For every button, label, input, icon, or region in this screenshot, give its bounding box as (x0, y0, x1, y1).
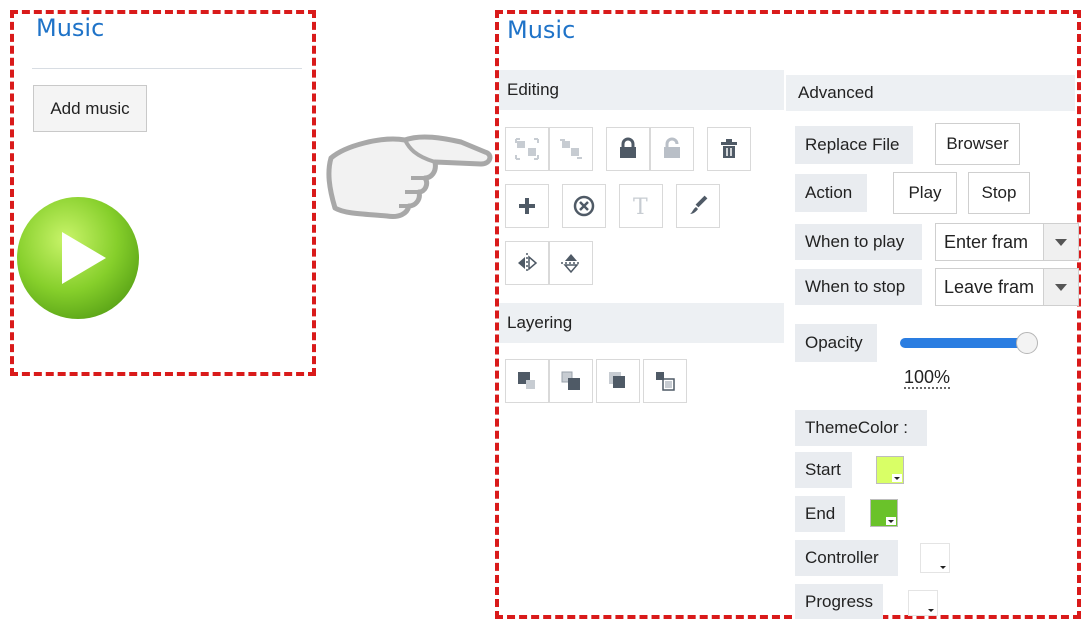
bring-forward-button[interactable] (505, 359, 549, 403)
when-to-stop-label: When to stop (795, 269, 922, 305)
controller-color-swatch[interactable] (920, 543, 950, 573)
start-color-swatch[interactable] (876, 456, 904, 484)
add-music-button[interactable]: Add music (33, 85, 147, 132)
start-label: Start (795, 452, 852, 488)
advanced-section-header: Advanced (786, 75, 1075, 111)
action-tool-button[interactable] (562, 184, 606, 228)
right-panel-title: Music (507, 16, 576, 44)
when-to-stop-select[interactable]: Leave fram (935, 268, 1079, 306)
send-backward-button[interactable] (549, 359, 593, 403)
lock-icon (620, 137, 636, 158)
progress-color-swatch[interactable] (908, 590, 938, 616)
opacity-slider[interactable] (900, 332, 1042, 354)
left-panel-frame (10, 10, 316, 376)
chevron-down-icon (886, 517, 896, 525)
progress-label: Progress (795, 584, 883, 619)
layering-section-header: Layering (499, 303, 784, 343)
chevron-down-icon (926, 606, 936, 614)
group-icon (515, 138, 539, 160)
opacity-slider-handle[interactable] (1016, 332, 1038, 354)
group-tool-button[interactable] (505, 127, 549, 171)
opacity-value[interactable]: 100% (904, 367, 951, 389)
theme-color-label: ThemeColor : (795, 410, 927, 446)
when-to-play-label: When to play (795, 224, 922, 260)
ungroup-icon (560, 139, 582, 159)
unlock-tool-button[interactable] (650, 127, 694, 171)
send-to-back-button[interactable] (643, 359, 687, 403)
end-label: End (795, 496, 845, 532)
editing-section-header: Editing (499, 70, 784, 110)
brush-tool-button[interactable] (676, 184, 720, 228)
lock-tool-button[interactable] (606, 127, 650, 171)
send-to-back-icon (656, 372, 675, 391)
left-panel-divider (32, 68, 302, 69)
svg-text:T: T (633, 195, 648, 218)
controller-label: Controller (795, 540, 898, 576)
chevron-down-icon (892, 474, 902, 482)
brush-icon (690, 195, 708, 214)
target-icon (573, 195, 595, 217)
play-icon[interactable] (16, 196, 140, 320)
end-color-swatch[interactable] (870, 499, 898, 527)
pointing-hand-icon (325, 128, 495, 226)
chevron-down-icon (938, 563, 948, 571)
when-to-play-select[interactable]: Enter fram (935, 223, 1079, 261)
action-label: Action (795, 174, 867, 212)
bring-forward-icon (518, 372, 535, 389)
text-icon: T (633, 195, 648, 218)
send-backward-icon (561, 371, 580, 390)
chevron-down-icon[interactable] (1043, 224, 1078, 260)
when-to-play-value: Enter fram (944, 232, 1029, 252)
chevron-down-icon[interactable] (1043, 269, 1078, 305)
flip-horizontal-icon (518, 253, 538, 273)
add-tool-button[interactable] (505, 184, 549, 228)
flip-vertical-icon (561, 254, 581, 274)
delete-tool-button[interactable] (707, 127, 751, 171)
flip-horizontal-tool-button[interactable] (505, 241, 549, 285)
opacity-label: Opacity (795, 324, 877, 362)
flip-vertical-tool-button[interactable] (549, 241, 593, 285)
opacity-slider-track (900, 338, 1030, 348)
plus-icon (519, 198, 535, 214)
trash-icon (721, 139, 737, 158)
ungroup-tool-button[interactable] (549, 127, 593, 171)
bring-to-front-button[interactable] (596, 359, 640, 403)
bring-to-front-icon (609, 372, 625, 388)
play-button[interactable]: Play (893, 172, 957, 214)
text-tool-button[interactable]: T (619, 184, 663, 228)
unlock-icon (664, 137, 680, 158)
left-panel-title: Music (36, 14, 105, 42)
when-to-stop-value: Leave fram (944, 277, 1035, 297)
browser-button[interactable]: Browser (935, 123, 1020, 165)
replace-file-label: Replace File (795, 126, 913, 164)
stop-button[interactable]: Stop (968, 172, 1030, 214)
